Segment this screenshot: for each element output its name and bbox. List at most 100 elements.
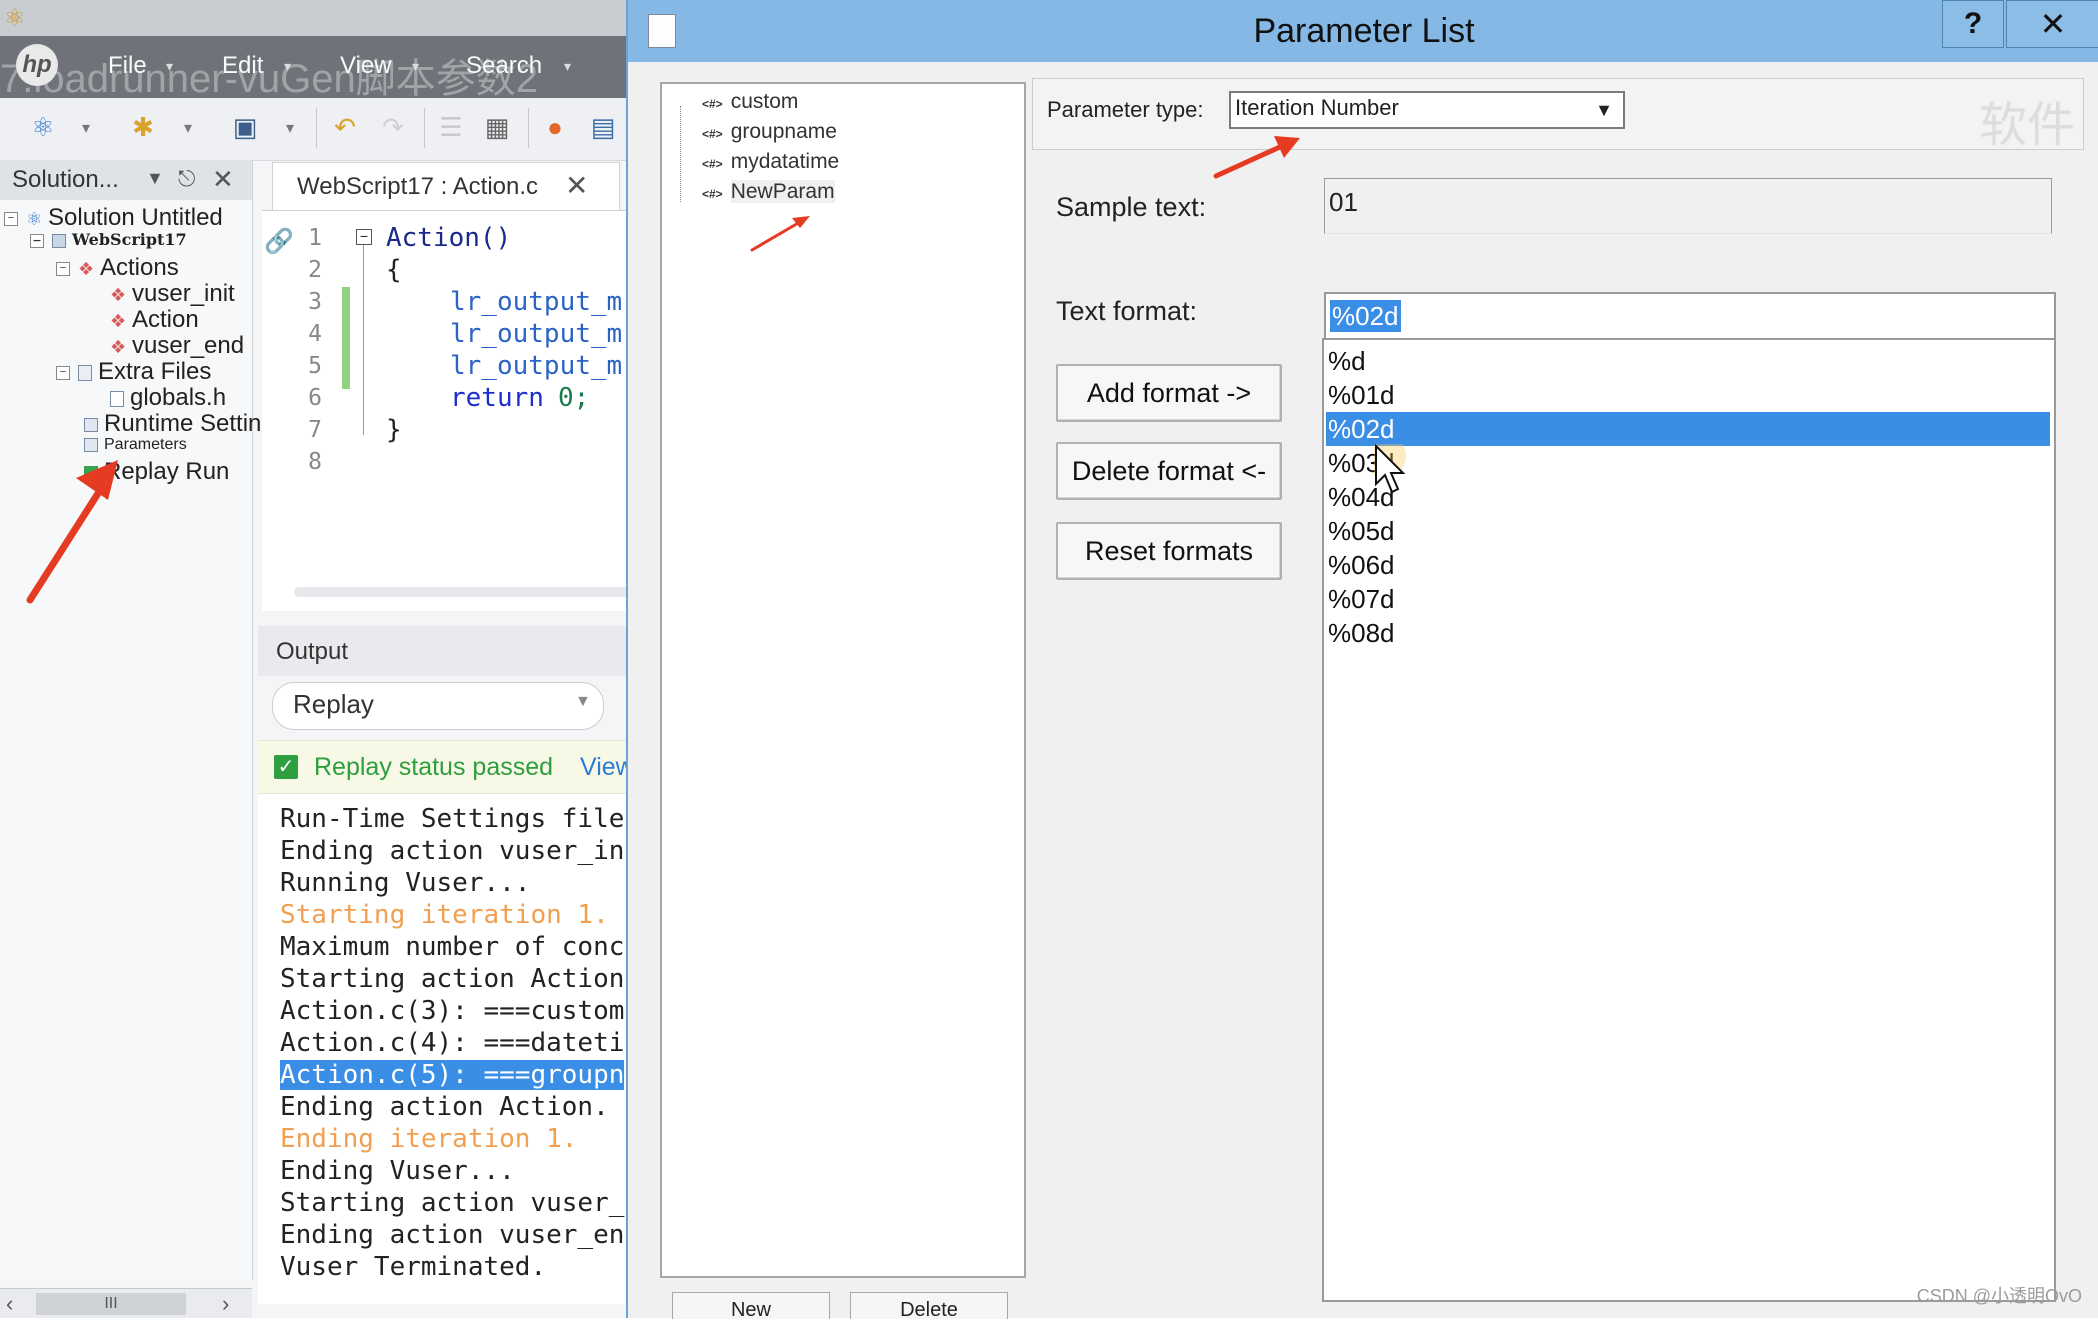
parameter-type-select[interactable]: Iteration Number ▼ — [1229, 91, 1625, 129]
pin-icon[interactable]: ⎋ — [178, 166, 195, 192]
horizontal-scrollbar[interactable]: ‹ III › — [0, 1288, 252, 1318]
format-option[interactable]: %08d — [1326, 616, 2050, 650]
format-option[interactable]: %01d — [1326, 378, 2050, 412]
code-editor[interactable]: 🔗 1 2 3 4 5 6 7 8 − Action() { lr_output… — [262, 210, 630, 611]
save-icon[interactable]: ▣ — [228, 110, 262, 144]
chevron-down-icon[interactable]: ▾ — [286, 118, 294, 138]
runtime-settings-icon[interactable]: ▦ — [480, 110, 514, 144]
tree-replay-run-label: Replay Run — [104, 458, 230, 485]
param-item-custom[interactable]: <#> custom — [702, 90, 798, 114]
close-icon[interactable]: ✕ — [212, 164, 234, 195]
format-option[interactable]: %d — [1326, 344, 2050, 378]
toolbar-divider — [528, 108, 529, 148]
undo-icon[interactable]: ↶ — [328, 110, 362, 144]
format-option[interactable]: %04d — [1326, 480, 2050, 514]
help-button[interactable]: ? — [1942, 0, 2004, 48]
tree-globals-label: globals.h — [130, 384, 227, 411]
chevron-down-icon: ▼ — [575, 693, 591, 710]
actions-folder-icon: ❖ — [78, 258, 95, 279]
output-source-dropdown[interactable]: Replay ▼ — [272, 682, 604, 730]
new-parameter-label: New — [730, 1299, 771, 1321]
menu-search[interactable]: Search — [466, 52, 542, 80]
param-item-groupname[interactable]: <#> groupname — [702, 120, 837, 144]
fold-guide — [363, 245, 364, 435]
view-summary-link[interactable]: View — [580, 753, 630, 782]
add-format-button[interactable]: Add format -> — [1056, 364, 1282, 422]
format-option[interactable]: %03d — [1326, 446, 2050, 480]
menu-file[interactable]: File — [108, 52, 147, 80]
check-icon: ✓ — [274, 755, 298, 779]
reset-formats-button[interactable]: Reset formats — [1056, 522, 1282, 580]
code-line-2: { — [386, 255, 402, 285]
format-option[interactable]: %05d — [1326, 514, 2050, 548]
format-option[interactable]: %02d — [1326, 412, 2050, 446]
tree-extra-files[interactable]: − Extra Files — [56, 358, 211, 386]
tree-actions[interactable]: − ❖ Actions — [56, 254, 179, 282]
format-list[interactable]: %d %01d %02d %03d %04d %05d %06d %07d %08d — [1322, 338, 2056, 1302]
editor-hscrollbar[interactable] — [294, 587, 630, 597]
chevron-down-icon[interactable]: ▾ — [82, 118, 90, 138]
change-marker — [342, 287, 350, 389]
tree-action[interactable]: ❖ Action — [110, 306, 199, 334]
log-line: Action.c(4): ===dateti — [280, 1028, 625, 1058]
replay-icon[interactable]: ▤ — [586, 110, 620, 144]
delete-parameter-label: Delete — [900, 1299, 958, 1321]
line-number: 8 — [308, 449, 322, 475]
scroll-right-icon[interactable]: › — [222, 1291, 229, 1317]
collapse-icon[interactable]: − — [30, 233, 44, 248]
parameter-list-dialog: Parameter List ? ✕ <#> custom <#> groupnam… — [626, 0, 2098, 1321]
line-number: 7 — [308, 417, 322, 443]
new-script-icon[interactable]: ✱ — [126, 110, 160, 144]
log-line: Ending Vuser... — [280, 1156, 515, 1186]
close-tab-icon[interactable]: ✕ — [565, 169, 588, 202]
tree-replay-run[interactable]: Replay Run — [84, 458, 229, 486]
chevron-down-icon[interactable]: ▼ — [146, 168, 164, 189]
param-item-newparam[interactable]: <#> NewParam — [702, 180, 835, 204]
dialog-title-bar: Parameter List ? ✕ — [628, 0, 2098, 62]
tab-action-c[interactable]: WebScript17 : Action.c ✕ — [272, 162, 620, 211]
collapse-icon[interactable]: − — [56, 261, 70, 276]
output-log[interactable]: Run-Time Settings file Ending action vus… — [258, 794, 630, 1304]
new-solution-icon[interactable]: ⚛ — [26, 110, 60, 144]
param-item-mydatatime[interactable]: <#> mydatatime — [702, 150, 839, 174]
record-icon[interactable]: ● — [538, 110, 572, 144]
chevron-down-icon[interactable]: ▼ — [1589, 95, 1619, 125]
tree-actions-label: Actions — [100, 254, 179, 281]
mouse-cursor-icon — [1374, 444, 1406, 494]
tree-runtime-settings[interactable]: Runtime Settings — [84, 410, 287, 438]
menu-edit[interactable]: Edit — [222, 52, 263, 80]
format-option[interactable]: %07d — [1326, 582, 2050, 616]
close-button[interactable]: ✕ — [2006, 0, 2098, 48]
delete-parameter-button[interactable]: Delete — [850, 1292, 1008, 1321]
redo-icon[interactable]: ↷ — [376, 110, 410, 144]
file-icon — [110, 390, 124, 407]
parameter-type-value: Iteration Number — [1235, 95, 1399, 120]
code-line-5: lr_output_m — [450, 351, 623, 381]
toolbar-divider — [424, 108, 425, 148]
text-format-input[interactable]: %02d — [1324, 292, 2056, 342]
parameter-icon: <#> — [702, 127, 723, 141]
tree-solution[interactable]: − ⚛ Solution Untitled — [4, 204, 223, 232]
code-line-4: lr_output_m — [450, 319, 623, 349]
collapse-icon[interactable]: − — [4, 211, 18, 226]
format-option[interactable]: %06d — [1326, 548, 2050, 582]
scrollbar-thumb[interactable]: III — [36, 1293, 186, 1315]
line-number: 1 — [308, 225, 322, 251]
solution-icon: ⚛ — [26, 208, 43, 229]
log-line: Maximum number of conc — [280, 932, 625, 962]
menu-view[interactable]: View — [340, 52, 392, 80]
parameter-tree[interactable]: <#> custom <#> groupname <#> mydatatime <#>… — [660, 82, 1026, 1278]
sample-text-label: Sample text: — [1056, 192, 1207, 222]
collapse-icon[interactable]: − — [56, 365, 70, 380]
find-icon[interactable]: ☰ — [434, 110, 468, 144]
tree-parameters[interactable]: Parameters — [84, 436, 187, 454]
fold-icon[interactable]: − — [356, 229, 372, 245]
chevron-down-icon[interactable]: ▾ — [184, 118, 192, 138]
new-parameter-button[interactable]: New — [672, 1292, 830, 1321]
scroll-left-icon[interactable]: ‹ — [6, 1291, 13, 1317]
tree-globals[interactable]: globals.h — [110, 384, 226, 412]
tree-script[interactable]: − WebScript17 — [30, 230, 187, 249]
tree-vuser-end[interactable]: ❖ vuser_end — [110, 332, 244, 360]
delete-format-button[interactable]: Delete format <- — [1056, 442, 1282, 500]
tree-vuser-init[interactable]: ❖ vuser_init — [110, 280, 235, 308]
